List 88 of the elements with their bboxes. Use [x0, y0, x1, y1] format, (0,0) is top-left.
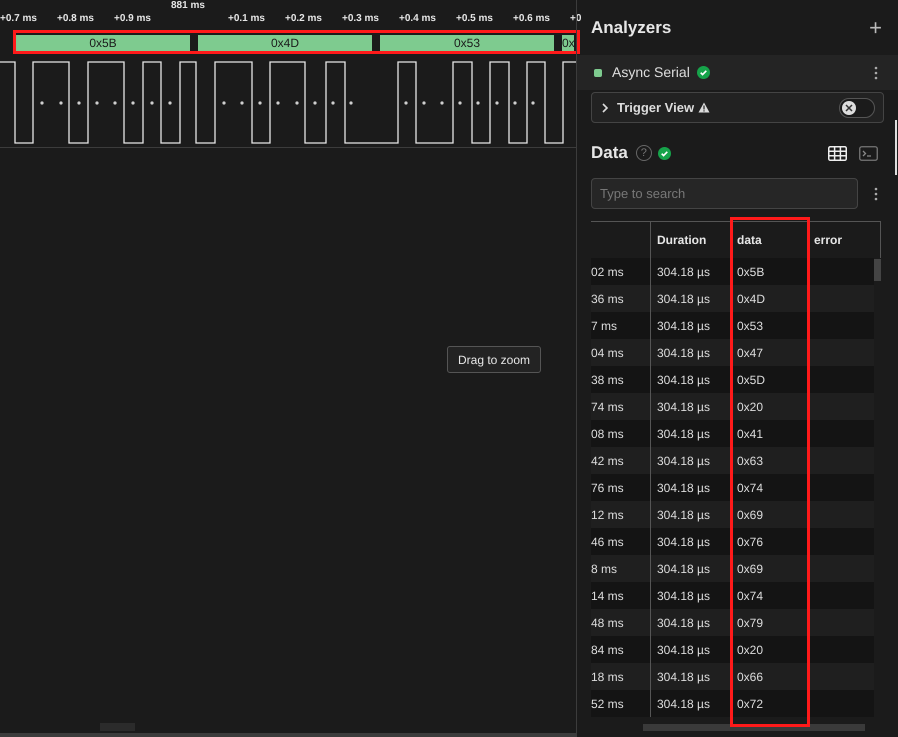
analyzer-row[interactable]: Async Serial	[577, 55, 898, 90]
table-cell: 0x20	[737, 642, 764, 656]
table-cell: 0x4D	[737, 292, 766, 306]
table-cell: 304.18 µs	[657, 426, 710, 440]
table-cell: 0x20	[737, 400, 764, 414]
table-cell: 0x74	[737, 588, 764, 602]
trigger-view-label: Trigger View	[617, 98, 694, 117]
table-cell: 0x5D	[737, 372, 766, 386]
table-cell: 0x5B	[737, 264, 764, 278]
panel-title: Analyzers	[591, 16, 672, 39]
table-cell: 304.18 µs	[657, 480, 710, 494]
decoded-frame[interactable]: 0x5B	[16, 35, 190, 51]
table-cell-text: 8 ms	[591, 560, 618, 578]
time-tick-label: +0.3 ms	[342, 14, 379, 24]
scrollbar-thumb[interactable]	[895, 120, 897, 175]
search-field[interactable]: Type to search	[591, 178, 858, 209]
table-cell: 0x74	[737, 480, 764, 494]
decoded-frame[interactable]: 0x53	[380, 35, 554, 51]
time-tick-label: +0.2 ms	[285, 14, 322, 24]
time-tick-label: +0.4 ms	[399, 14, 436, 24]
table-cell: 0x79	[737, 616, 764, 630]
table-cell: 304.18 µs	[657, 696, 710, 710]
table-cell: 0x53	[737, 318, 764, 332]
table-cell: 0x66	[737, 670, 764, 684]
table-cell: 304.18 µs	[657, 562, 710, 576]
table-cell: 304.18 µs	[657, 318, 710, 332]
column-header[interactable]: Duration	[657, 231, 706, 249]
table-cell-text: 12 ms	[591, 506, 624, 524]
table-cell-text: 46 ms	[591, 534, 624, 550]
table-cell-text: 08 ms	[591, 426, 624, 442]
table-cell: 304.18 µs	[657, 588, 710, 602]
warning-icon	[698, 102, 710, 113]
chevron-icon[interactable]	[601, 102, 609, 112]
help-icon[interactable]: ?	[636, 145, 652, 161]
close-icon	[845, 104, 853, 112]
table-cell-text: 76 ms	[591, 480, 624, 496]
time-tick-label: 881 ms	[171, 1, 205, 11]
add-button[interactable]: +	[869, 16, 882, 38]
table-cell: 0x47	[737, 346, 764, 360]
table-cell: 0x41	[737, 426, 764, 440]
terminal-icon[interactable]	[859, 146, 878, 160]
check-icon	[658, 146, 671, 160]
table-cell: 304.18 µs	[657, 292, 710, 306]
table-icon[interactable]	[828, 146, 847, 160]
table-cell-text: 02 ms	[591, 264, 624, 280]
tooltip-text: Drag to zoom	[458, 352, 530, 368]
time-tick-label: +0.8 ms	[57, 14, 94, 24]
decoded-frame[interactable]: 0x4D	[198, 35, 372, 51]
analyzer-name: Async Serial	[612, 63, 690, 82]
time-tick-label: +0.7 ms	[0, 14, 37, 24]
table-cell: 304.18 µs	[657, 454, 710, 468]
scrollbar-thumb[interactable]	[874, 259, 881, 281]
table-cell-text: 48 ms	[591, 614, 624, 632]
table-cell-text: 84 ms	[591, 642, 624, 658]
table-cell: 304.18 µs	[657, 372, 710, 386]
table-cell-text: 38 ms	[591, 372, 624, 388]
table-cell: 0x63	[737, 454, 764, 468]
table-cell: 304.18 µs	[657, 346, 710, 360]
table-cell-text: 74 ms	[591, 398, 624, 416]
table-cell: 0x69	[737, 562, 764, 576]
table-cell-text: 18 ms	[591, 668, 624, 686]
time-tick-label: +0.5 ms	[456, 14, 493, 24]
more-icon[interactable]	[874, 66, 878, 80]
table-cell-text: 7 ms	[591, 318, 618, 334]
table-cell: 0x69	[737, 508, 764, 522]
section-title: Data	[591, 142, 628, 164]
table-cell: 304.18 µs	[657, 264, 710, 278]
column-header[interactable]: data	[737, 231, 762, 249]
toggle-switch[interactable]	[839, 98, 875, 118]
time-tick-label: +0.1 ms	[228, 14, 265, 24]
table-cell: 304.18 µs	[657, 508, 710, 522]
table-cell: 304.18 µs	[657, 400, 710, 414]
time-tick-label: +0.6 ms	[513, 14, 550, 24]
table-cell-text: 52 ms	[591, 696, 624, 712]
time-tick-label: +0.9 ms	[114, 14, 151, 24]
table-cell-text: 36 ms	[591, 290, 624, 308]
table-cell: 0x72	[737, 696, 764, 710]
table-cell: 304.18 µs	[657, 534, 710, 548]
table-cell-text: 14 ms	[591, 588, 624, 604]
table-cell: 304.18 µs	[657, 642, 710, 656]
more-icon[interactable]	[874, 186, 878, 200]
table-cell-text: 42 ms	[591, 452, 624, 470]
check-icon	[696, 66, 710, 79]
table-cell: 0x76	[737, 534, 764, 548]
column-header[interactable]: error	[814, 231, 842, 249]
table-cell: 304.18 µs	[657, 670, 710, 684]
table-cell: 304.18 µs	[657, 616, 710, 630]
table-cell-text: 04 ms	[591, 344, 624, 362]
